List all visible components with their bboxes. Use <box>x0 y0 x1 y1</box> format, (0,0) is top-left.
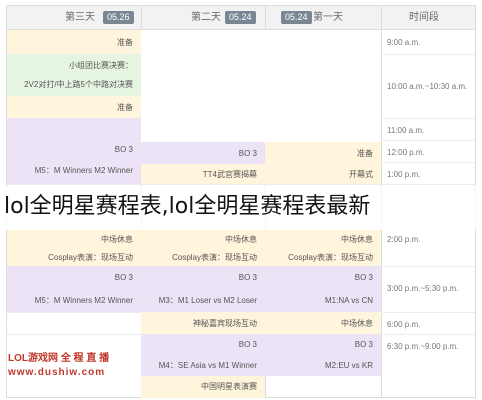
day3-match-teams: M5：M Winners M2 Winner <box>34 166 133 175</box>
day3-cosplay-cell: Cosplay表演：现场互动 <box>7 248 141 266</box>
day3-match-cell-2: BO 3 M5：M Winners M2 Winner <box>7 266 141 312</box>
time-cell: 11:00 a.m. <box>387 126 425 135</box>
time-cell: 6:00 p.m. <box>387 320 421 329</box>
day1-match-format: BO 3 <box>354 273 373 282</box>
day3-date-badge: 05.26 <box>103 11 134 24</box>
time-cell: 12:00 p.m. <box>387 148 425 157</box>
day1-label: 第一天 <box>313 12 343 23</box>
day2-cosplay-cell: Cosplay表演：现场互动 <box>141 248 265 266</box>
header-time: 时间段 <box>381 6 475 30</box>
day3-match-cell: BO 3 M5：M Winners M2 Winner <box>7 118 141 184</box>
day3-prep-cell-2: 准备 <box>7 96 141 118</box>
day2-opening-cell: TT4武官赛揭幕 <box>141 164 265 184</box>
header-day3: 第三天 05.26 <box>7 6 141 30</box>
day1-match-teams-2: M2:EU vs KR <box>324 361 373 370</box>
day1-date-badge: 05.24 <box>281 11 312 24</box>
logo-text-line1: LOL游戏网 全 程 直 播 <box>8 353 110 364</box>
day2-match-cell-2: BO 3 M3：M1 Loser vs M2 Loser <box>141 266 265 312</box>
day2-match-cell: BO 3 <box>141 142 265 164</box>
day2-guest-cell: 神秘嘉宾现场互动 <box>141 312 265 334</box>
day3-prep-cell: 准备 <box>7 30 141 54</box>
day2-match-teams-2: M3：M1 Loser vs M2 Loser <box>158 296 257 305</box>
time-cell: 1:00 p.m. <box>387 170 421 179</box>
day1-opening-cell: 开幕式 <box>265 164 381 184</box>
time-column-label: 时间段 <box>409 12 439 23</box>
header-day2: 第二天 05.24 <box>141 6 265 30</box>
day1-match-cell-2: BO 3 M2:EU vs KR <box>265 334 381 376</box>
overlay-title: lol全明星赛程表,lol全明星赛程表最新 <box>4 194 371 219</box>
day1-empty-cell <box>265 30 381 142</box>
day3-group-final-cell: 小组团比赛决赛： 2V2对打/中上路5个中路对决赛 <box>7 54 141 96</box>
day2-match-format-3: BO 3 <box>238 340 257 349</box>
day3-match-format-2: BO 3 <box>114 273 133 282</box>
day1-match-cell: BO 3 M1:NA vs CN <box>265 266 381 312</box>
time-cell: 2:00 p.m. <box>387 235 421 244</box>
day1-cosplay-cell: Cosplay表演：现场互动 <box>265 248 381 266</box>
day2-match-format-2: BO 3 <box>238 273 257 282</box>
day1-match-teams: M1:NA vs CN <box>324 296 373 305</box>
time-cell: 6:30 p.m.~9:00 p.m. <box>387 342 459 351</box>
day1-break-cell-2: 中场休息 <box>265 312 381 334</box>
day1-break-cell: 中场休息 <box>265 230 381 248</box>
day3-group-final-desc: 2V2对打/中上路5个中路对决赛 <box>24 80 133 89</box>
day3-break-cell: 中场休息 <box>7 230 141 248</box>
day2-showmatch-cell: 中国明星表演赛 <box>141 376 265 398</box>
time-cell: 10:00 a.m.~10:30 a.m. <box>387 82 468 91</box>
day2-match-cell-3: BO 3 M4：SE Asia vs M1 Winner <box>141 334 265 376</box>
day2-empty-cell <box>141 30 265 142</box>
day2-label: 第二天 <box>191 12 221 23</box>
site-logo: LOL游戏网 全 程 直 播 www.dushiw.com <box>8 352 138 388</box>
day1-match-format-2: BO 3 <box>354 340 373 349</box>
day3-match-format: BO 3 <box>114 145 133 154</box>
day2-date-badge: 05.24 <box>225 11 256 24</box>
header-day1: 第一天 05.24 <box>265 6 381 30</box>
day3-match-teams-2: M5：M Winners M2 Winner <box>34 296 133 305</box>
day3-group-final-title: 小组团比赛决赛： <box>69 61 133 70</box>
time-cell: 9:00 a.m. <box>387 38 421 47</box>
logo-text-line2: www.dushiw.com <box>8 367 106 378</box>
day2-match-teams-3: M4：SE Asia vs M1 Winner <box>158 361 257 370</box>
day2-break-cell: 中场休息 <box>141 230 265 248</box>
day1-prep-cell: 准备 <box>265 142 381 164</box>
time-cell: 3:00 p.m.~5:30 p.m. <box>387 284 459 293</box>
row-divider <box>7 184 475 185</box>
day3-label: 第三天 <box>65 12 95 23</box>
